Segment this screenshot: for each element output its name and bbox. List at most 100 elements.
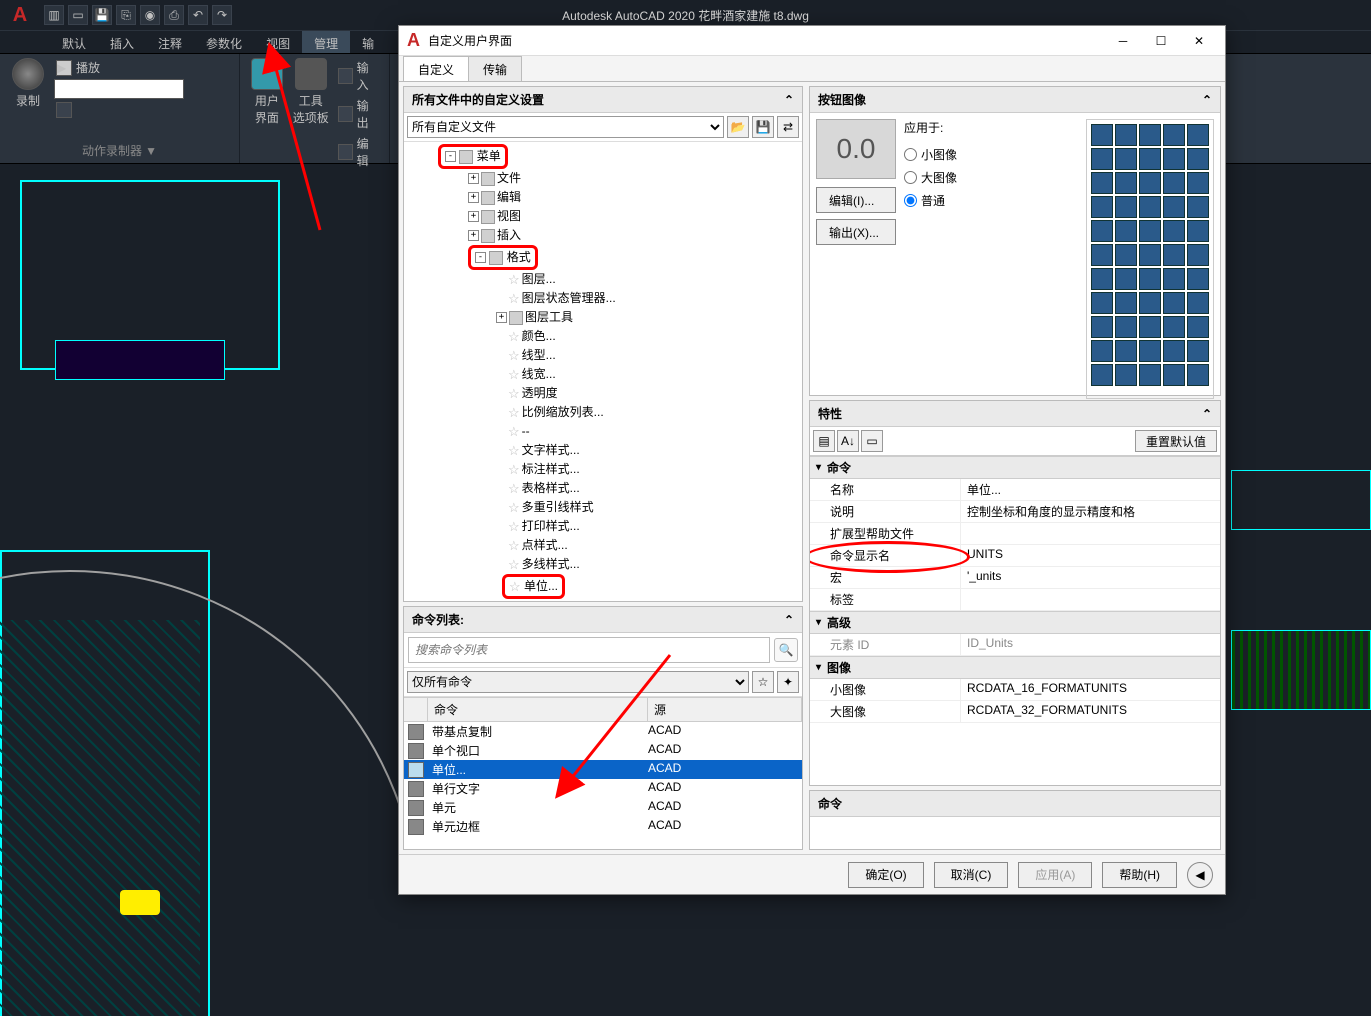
tree-layer[interactable]: 图层... (522, 270, 556, 289)
icon-cell[interactable] (1115, 244, 1137, 266)
icon-cell[interactable] (1163, 292, 1185, 314)
icon-cell[interactable] (1115, 196, 1137, 218)
icon-cell[interactable] (1187, 340, 1209, 362)
icon-cell[interactable] (1163, 316, 1185, 338)
icon-cell[interactable] (1163, 268, 1185, 290)
menu-view[interactable]: 视图 (254, 31, 302, 53)
command-list[interactable]: 命令源 带基点复制ACAD 单个视口ACAD 单位...ACAD 单行文字ACA… (404, 697, 802, 849)
property-grid[interactable]: ▾命令 名称单位... 说明控制坐标和角度的显示精度和格 扩展型帮助文件 命令显… (810, 456, 1220, 723)
prop-desc-v[interactable]: 控制坐标和角度的显示精度和格 (960, 501, 1220, 522)
col-source[interactable]: 源 (648, 698, 802, 721)
export-button[interactable]: 输出 (336, 96, 381, 132)
filter-icon[interactable]: ☆ (752, 671, 774, 693)
radio-large-image[interactable]: 大图像 (904, 169, 957, 186)
icon-cell[interactable] (1139, 220, 1161, 242)
icon-cell[interactable] (1115, 172, 1137, 194)
tree-layer-state[interactable]: 图层状态管理器... (522, 289, 616, 308)
icon-cell[interactable] (1115, 124, 1137, 146)
tab-customize[interactable]: 自定义 (403, 56, 469, 81)
qat-redo-icon[interactable]: ↷ (212, 5, 232, 25)
icon-cell[interactable] (1115, 220, 1137, 242)
icon-cell[interactable] (1163, 220, 1185, 242)
icon-cell[interactable] (1091, 220, 1113, 242)
tree-mlinestyle[interactable]: 多线样式... (522, 555, 580, 574)
icon-cell[interactable] (1115, 268, 1137, 290)
tree-pointstyle[interactable]: 点样式... (522, 536, 568, 555)
icon-cell[interactable] (1091, 124, 1113, 146)
icon-cell[interactable] (1187, 268, 1209, 290)
drawing-area[interactable] (0, 170, 400, 1016)
icon-cell[interactable] (1163, 364, 1185, 386)
category-view-icon[interactable]: ▤ (813, 430, 835, 452)
prop-dispname-v[interactable]: UNITS (960, 545, 1220, 566)
icon-cell[interactable] (1187, 364, 1209, 386)
search-icon[interactable]: 🔍 (774, 638, 798, 662)
prop-simg-v[interactable]: RCDATA_16_FORMATUNITS (960, 679, 1220, 700)
qat-save-icon[interactable]: 💾 (92, 5, 112, 25)
icon-cell[interactable] (1139, 244, 1161, 266)
tree-expand-icon[interactable]: + (468, 230, 479, 241)
command-search-input[interactable] (408, 637, 770, 663)
menu-annotate[interactable]: 注释 (146, 31, 194, 53)
cmd-row[interactable]: 单元边框ACAD (404, 817, 802, 836)
icon-cell[interactable] (1139, 196, 1161, 218)
icon-cell[interactable] (1091, 244, 1113, 266)
custom-files-select[interactable]: 所有自定义文件 (407, 116, 724, 138)
icon-cell[interactable] (1139, 124, 1161, 146)
edit-button[interactable]: 编辑 (336, 134, 381, 170)
icon-cell[interactable] (1187, 316, 1209, 338)
tree-linetype[interactable]: 线型... (522, 346, 556, 365)
icon-cell[interactable] (1139, 172, 1161, 194)
tree-view[interactable]: 视图 (497, 207, 521, 226)
icon-cell[interactable] (1091, 364, 1113, 386)
chevron-down-icon[interactable]: ▾ (816, 617, 821, 628)
tree-scale-list[interactable]: 比例缩放列表... (522, 403, 604, 422)
filter-new-icon[interactable]: ✦ (777, 671, 799, 693)
qat-plot-icon[interactable]: ⎙ (164, 5, 184, 25)
cui-button[interactable]: 用户 界面 (248, 58, 286, 126)
icon-cell[interactable] (1091, 340, 1113, 362)
collapse-icon[interactable]: ⌃ (784, 613, 794, 627)
cmd-row[interactable]: 单行文字ACAD (404, 779, 802, 798)
icon-cell[interactable] (1139, 364, 1161, 386)
prop-limg-v[interactable]: RCDATA_32_FORMATUNITS (960, 701, 1220, 722)
icon-cell[interactable] (1187, 292, 1209, 314)
radio-small-image[interactable]: 小图像 (904, 146, 957, 163)
customization-tree[interactable]: - 菜单 +文件 +编辑 +视图 +插入 - 格式 ☆图层... ☆图层状态管理… (404, 142, 802, 601)
tree-layer-tools[interactable]: 图层工具 (525, 308, 573, 327)
tree-file[interactable]: 文件 (497, 169, 521, 188)
icon-cell[interactable] (1187, 220, 1209, 242)
tab-transfer[interactable]: 传输 (468, 56, 522, 81)
open-file-icon[interactable]: 📂 (727, 116, 749, 138)
icon-cell[interactable] (1115, 364, 1137, 386)
tree-lineweight[interactable]: 线宽... (522, 365, 556, 384)
chevron-down-icon[interactable]: ▾ (816, 462, 821, 473)
prop-name-v[interactable]: 单位... (960, 479, 1220, 500)
import-button[interactable]: 输入 (336, 58, 381, 94)
tree-expand-icon[interactable]: + (468, 192, 479, 203)
alpha-view-icon[interactable]: A↓ (837, 430, 859, 452)
chevron-down-icon[interactable]: ▾ (816, 662, 821, 673)
icon-cell[interactable] (1163, 124, 1185, 146)
tree-expand-icon[interactable]: + (496, 312, 507, 323)
icon-cell[interactable] (1091, 148, 1113, 170)
icon-cell[interactable] (1139, 316, 1161, 338)
apply-button[interactable]: 应用(A) (1018, 862, 1092, 888)
icon-cell[interactable] (1163, 244, 1185, 266)
tree-expand-icon[interactable]: - (475, 252, 486, 263)
tree-tablestyle[interactable]: 表格样式... (522, 479, 580, 498)
icon-cell[interactable] (1115, 292, 1137, 314)
tree-edit[interactable]: 编辑 (497, 188, 521, 207)
qat-open-icon[interactable]: ▭ (68, 5, 88, 25)
qat-web-icon[interactable]: ◉ (140, 5, 160, 25)
icon-cell[interactable] (1187, 148, 1209, 170)
collapse-icon[interactable]: ⌃ (1202, 93, 1212, 107)
icon-cell[interactable] (1163, 172, 1185, 194)
tree-menu[interactable]: 菜单 (477, 147, 501, 166)
prop-macro-v[interactable]: '_units (960, 567, 1220, 588)
ok-button[interactable]: 确定(O) (848, 862, 923, 888)
icon-cell[interactable] (1115, 340, 1137, 362)
icon-cell[interactable] (1091, 268, 1113, 290)
collapse-icon[interactable]: ⌃ (1202, 407, 1212, 421)
edit-image-button[interactable]: 编辑(I)... (816, 187, 896, 213)
